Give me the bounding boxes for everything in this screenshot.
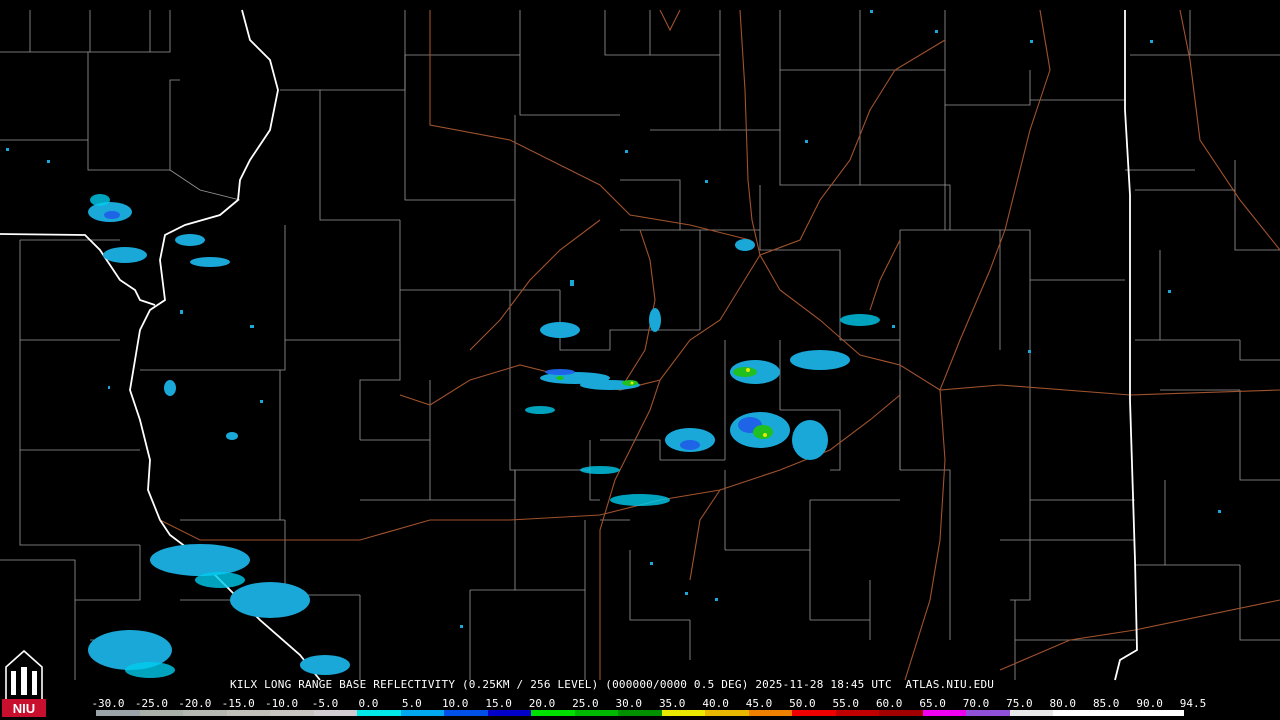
colorbar-segment <box>835 710 880 716</box>
colorbar-tick-label: -30.0 <box>91 697 125 710</box>
colorbar-tick-label: 15.0 <box>485 697 512 710</box>
niu-logo: NIU <box>2 645 46 717</box>
colorbar-segment <box>879 710 923 716</box>
colorbar-segment <box>270 710 314 716</box>
colorbar-segment <box>574 710 619 716</box>
colorbar-segment <box>96 710 140 716</box>
colorbar-tick-label: 45.0 <box>745 697 773 710</box>
colorbar-segment <box>357 710 401 716</box>
colorbar-segment <box>1009 710 1054 716</box>
colorbar-segment <box>792 710 836 716</box>
colorbar-segment <box>922 710 967 716</box>
colorbar-tick-label: 10.0 <box>441 697 469 710</box>
colorbar-tick-label: 25.0 <box>572 697 599 710</box>
colorbar-tick-label: 5.0 <box>401 697 422 710</box>
colorbar-segment <box>966 710 1010 716</box>
colorbar-tick-label: -20.0 <box>178 697 212 710</box>
colorbar-tick-label: -10.0 <box>265 697 299 710</box>
radar-map <box>0 0 1280 720</box>
colorbar-segment <box>618 710 662 716</box>
colorbar-tick-label: 55.0 <box>832 697 860 710</box>
colorbar-labels: -30.0 -25.0 -20.0 -15.0 -10.0 -5.0 0.0 5.0 10.0 1… <box>91 697 1207 710</box>
product-caption: KILX LONG RANGE BASE REFLECTIVITY (0.25K… <box>230 678 995 691</box>
colorbar-tick-label: 70.0 <box>962 697 990 710</box>
colorbar-segment <box>1053 710 1097 716</box>
colorbar-tick-label: 35.0 <box>658 697 686 710</box>
colorbar-tick-label: 75.0 <box>1006 697 1033 710</box>
colorbar-tick-label: -5.0 <box>311 697 339 710</box>
reflectivity-colorbar <box>96 710 1184 716</box>
colorbar-segment <box>1096 710 1141 716</box>
colorbar-segment <box>487 710 532 716</box>
colorbar-segment <box>226 710 271 716</box>
colorbar-segment <box>313 710 358 716</box>
colorbar-tick-label: 85.0 <box>1092 697 1120 710</box>
colorbar-tick-label: 80.0 <box>1049 697 1077 710</box>
colorbar-segment <box>1140 710 1184 716</box>
colorbar-segment <box>400 710 445 716</box>
colorbar-segment <box>661 710 706 716</box>
colorbar-tick-label: 60.0 <box>875 697 903 710</box>
colorbar-tick-label: -15.0 <box>221 697 255 710</box>
colorbar-segment <box>748 710 793 716</box>
colorbar-segment <box>183 710 227 716</box>
colorbar-tick-label: 50.0 <box>789 697 816 710</box>
colorbar-tick-label: 0.0 <box>358 697 379 710</box>
colorbar-segment <box>139 710 184 716</box>
logo-text: NIU <box>13 701 35 716</box>
colorbar-tick-label: 65.0 <box>919 697 946 710</box>
colorbar-tick-label: 20.0 <box>528 697 556 710</box>
colorbar-segment <box>705 710 749 716</box>
colorbar-segment <box>444 710 488 716</box>
colorbar-tick-label: 90.0 <box>1136 697 1163 710</box>
colorbar-segment <box>531 710 575 716</box>
colorbar-tick-label: 94.5 <box>1179 697 1207 710</box>
colorbar-tick-label: -25.0 <box>134 697 168 710</box>
colorbar-tick-label: 40.0 <box>702 697 729 710</box>
colorbar-tick-label: 30.0 <box>615 697 643 710</box>
